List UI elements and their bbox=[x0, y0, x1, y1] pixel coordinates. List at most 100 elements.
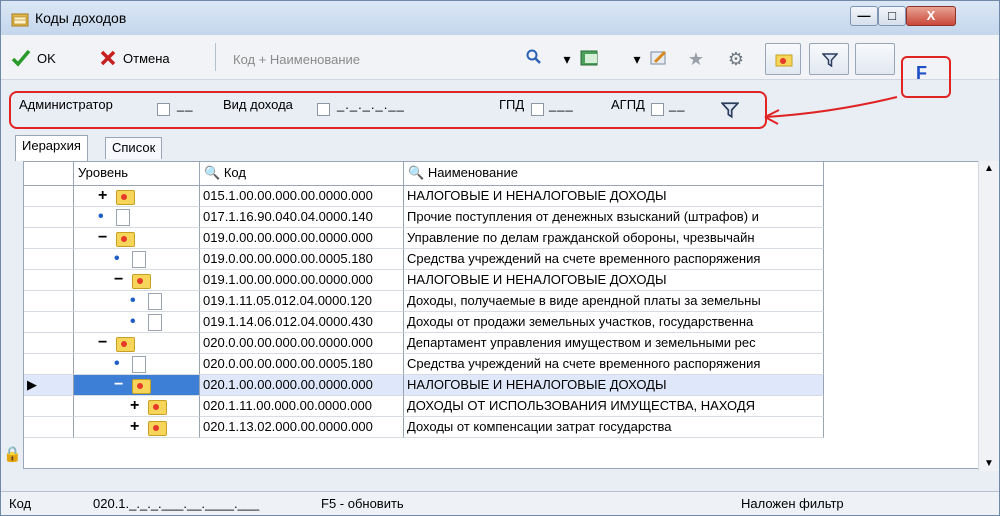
level-cell[interactable]: − bbox=[74, 270, 200, 291]
gpd-field[interactable]: ___ bbox=[549, 97, 574, 112]
row-indicator[interactable]: ▶ bbox=[24, 375, 74, 396]
f-button[interactable]: F bbox=[916, 63, 927, 84]
star-icon[interactable]: ★ bbox=[685, 49, 707, 69]
gpd-checkbox[interactable] bbox=[531, 103, 544, 116]
settings-toggle[interactable] bbox=[855, 43, 895, 75]
table-row[interactable]: − 019.0.00.00.000.00.0000.000 Управление п… bbox=[24, 228, 824, 249]
collapse-icon[interactable]: − bbox=[98, 228, 107, 248]
tab-list[interactable]: Список bbox=[105, 137, 163, 159]
level-cell[interactable]: − bbox=[74, 333, 200, 354]
filter-toggle[interactable] bbox=[809, 43, 849, 75]
folder-view-toggle[interactable] bbox=[765, 43, 801, 75]
agpd-field[interactable]: __ bbox=[669, 97, 685, 112]
table-row[interactable]: • 019.1.11.05.012.04.0000.120 Доходы, полу… bbox=[24, 291, 824, 312]
search-icon[interactable] bbox=[523, 49, 545, 69]
table-row[interactable]: +015.1.00.00.000.00.0000.000 НАЛОГОВЫЕ И … bbox=[24, 186, 824, 207]
name-cell[interactable]: Доходы от компенсации затрат государства bbox=[404, 417, 824, 438]
code-cell[interactable]: 017.1.16.90.040.04.0000.140 bbox=[200, 207, 404, 228]
vertical-scrollbar[interactable]: ▲ ▼ bbox=[978, 161, 999, 471]
expand-icon[interactable]: + bbox=[130, 396, 139, 416]
apply-filter-icon[interactable] bbox=[721, 101, 739, 119]
name-cell[interactable]: Департамент управления имуществом и земе… bbox=[404, 333, 824, 354]
cancel-button[interactable]: Отмена bbox=[99, 45, 170, 71]
level-cell[interactable]: • bbox=[74, 249, 200, 270]
column-header-name[interactable]: 🔍 Наименование bbox=[404, 162, 824, 186]
table-row[interactable]: • 019.0.00.00.000.00.0005.180 Средства учр… bbox=[24, 249, 824, 270]
code-cell[interactable]: 019.1.14.06.012.04.0000.430 bbox=[200, 312, 404, 333]
level-cell[interactable]: + bbox=[74, 396, 200, 417]
name-cell[interactable]: Средства учреждений на счете временного … bbox=[404, 249, 824, 270]
ok-button[interactable]: OK bbox=[11, 45, 56, 71]
chevron-down-icon[interactable]: ▾ bbox=[626, 49, 648, 69]
level-cell[interactable]: − bbox=[74, 375, 200, 396]
level-cell[interactable]: • bbox=[74, 354, 200, 375]
name-cell[interactable]: Доходы от продажи земельных участков, го… bbox=[404, 312, 824, 333]
close-button[interactable]: X bbox=[906, 6, 956, 26]
row-indicator[interactable] bbox=[24, 228, 74, 249]
expand-icon[interactable]: + bbox=[130, 417, 139, 437]
row-indicator[interactable] bbox=[24, 270, 74, 291]
table-row[interactable]: +020.1.11.00.000.00.0000.000 ДОХОДЫ ОТ ИС… bbox=[24, 396, 824, 417]
gear-icon[interactable]: ⚙ bbox=[725, 49, 747, 69]
scroll-up-icon[interactable]: ▲ bbox=[984, 163, 994, 174]
level-cell[interactable]: • bbox=[74, 291, 200, 312]
column-header-level[interactable]: Уровень bbox=[74, 162, 200, 186]
excel-export-icon[interactable] bbox=[579, 49, 601, 69]
search-input[interactable]: Код + Наименование bbox=[233, 49, 513, 71]
column-header-code[interactable]: 🔍 Код bbox=[200, 162, 404, 186]
minimize-button[interactable]: — bbox=[850, 6, 878, 26]
collapse-icon[interactable]: − bbox=[114, 270, 123, 290]
level-cell[interactable]: + bbox=[74, 186, 200, 207]
code-cell[interactable]: 019.1.11.05.012.04.0000.120 bbox=[200, 291, 404, 312]
administrator-checkbox[interactable] bbox=[157, 103, 170, 116]
level-cell[interactable]: • bbox=[74, 312, 200, 333]
table-row[interactable]: ▶ − 020.1.00.00.000.00.0000.000 НАЛОГОВЫЕ И… bbox=[24, 375, 824, 396]
collapse-icon[interactable]: − bbox=[98, 333, 107, 353]
edit-icon[interactable] bbox=[648, 49, 670, 69]
table-row[interactable]: • 019.1.14.06.012.04.0000.430 Доходы от пр… bbox=[24, 312, 824, 333]
row-indicator[interactable] bbox=[24, 417, 74, 438]
table-row[interactable]: − 019.1.00.00.000.00.0000.000 НАЛОГОВЫЕ И … bbox=[24, 270, 824, 291]
name-cell[interactable]: НАЛОГОВЫЕ И НЕНАЛОГОВЫЕ ДОХОДЫ bbox=[404, 270, 824, 291]
row-indicator[interactable] bbox=[24, 207, 74, 228]
table-row[interactable]: +020.1.13.02.000.00.0000.000 Доходы от ко… bbox=[24, 417, 824, 438]
income-codes-grid[interactable]: Уровень 🔍 Код 🔍 Наименование +015.1.00.0… bbox=[23, 161, 981, 469]
administrator-field[interactable]: __ bbox=[177, 97, 193, 112]
row-indicator[interactable] bbox=[24, 186, 74, 207]
table-row[interactable]: • 017.1.16.90.040.04.0000.140 Прочие посту… bbox=[24, 207, 824, 228]
name-cell[interactable]: Управление по делам гражданской обороны,… bbox=[404, 228, 824, 249]
code-cell[interactable]: 020.0.00.00.000.00.0000.000 bbox=[200, 333, 404, 354]
row-indicator[interactable] bbox=[24, 396, 74, 417]
scroll-down-icon[interactable]: ▼ bbox=[984, 458, 994, 469]
chevron-down-icon[interactable]: ▾ bbox=[556, 49, 578, 69]
level-cell[interactable]: • bbox=[74, 207, 200, 228]
income-type-field[interactable]: _._._._.__ bbox=[337, 97, 405, 112]
code-cell[interactable]: 019.0.00.00.000.00.0005.180 bbox=[200, 249, 404, 270]
row-indicator[interactable] bbox=[24, 333, 74, 354]
code-cell[interactable]: 020.1.11.00.000.00.0000.000 bbox=[200, 396, 404, 417]
level-cell[interactable]: + bbox=[74, 417, 200, 438]
code-cell[interactable]: 020.0.00.00.000.00.0005.180 bbox=[200, 354, 404, 375]
agpd-checkbox[interactable] bbox=[651, 103, 664, 116]
name-cell[interactable]: НАЛОГОВЫЕ И НЕНАЛОГОВЫЕ ДОХОДЫ bbox=[404, 375, 824, 396]
name-cell[interactable]: Доходы, получаемые в виде арендной платы… bbox=[404, 291, 824, 312]
row-indicator[interactable] bbox=[24, 354, 74, 375]
expand-icon[interactable]: + bbox=[98, 186, 107, 206]
code-cell[interactable]: 015.1.00.00.000.00.0000.000 bbox=[200, 186, 404, 207]
name-cell[interactable]: НАЛОГОВЫЕ И НЕНАЛОГОВЫЕ ДОХОДЫ bbox=[404, 186, 824, 207]
row-indicator[interactable] bbox=[24, 312, 74, 333]
tab-hierarchy[interactable]: Иерархия bbox=[15, 135, 88, 161]
name-cell[interactable]: ДОХОДЫ ОТ ИСПОЛЬЗОВАНИЯ ИМУЩЕСТВА, НАХОД… bbox=[404, 396, 824, 417]
name-cell[interactable]: Прочие поступления от денежных взысканий… bbox=[404, 207, 824, 228]
code-cell[interactable]: 020.1.13.02.000.00.0000.000 bbox=[200, 417, 404, 438]
maximize-button[interactable]: □ bbox=[878, 6, 906, 26]
code-cell[interactable]: 019.1.00.00.000.00.0000.000 bbox=[200, 270, 404, 291]
name-cell[interactable]: Средства учреждений на счете временного … bbox=[404, 354, 824, 375]
table-row[interactable]: − 020.0.00.00.000.00.0000.000 Департамент … bbox=[24, 333, 824, 354]
code-cell[interactable]: 020.1.00.00.000.00.0000.000 bbox=[200, 375, 404, 396]
collapse-icon[interactable]: − bbox=[114, 375, 123, 395]
code-cell[interactable]: 019.0.00.00.000.00.0000.000 bbox=[200, 228, 404, 249]
table-row[interactable]: • 020.0.00.00.000.00.0005.180 Средства учр… bbox=[24, 354, 824, 375]
income-type-checkbox[interactable] bbox=[317, 103, 330, 116]
row-indicator[interactable] bbox=[24, 291, 74, 312]
